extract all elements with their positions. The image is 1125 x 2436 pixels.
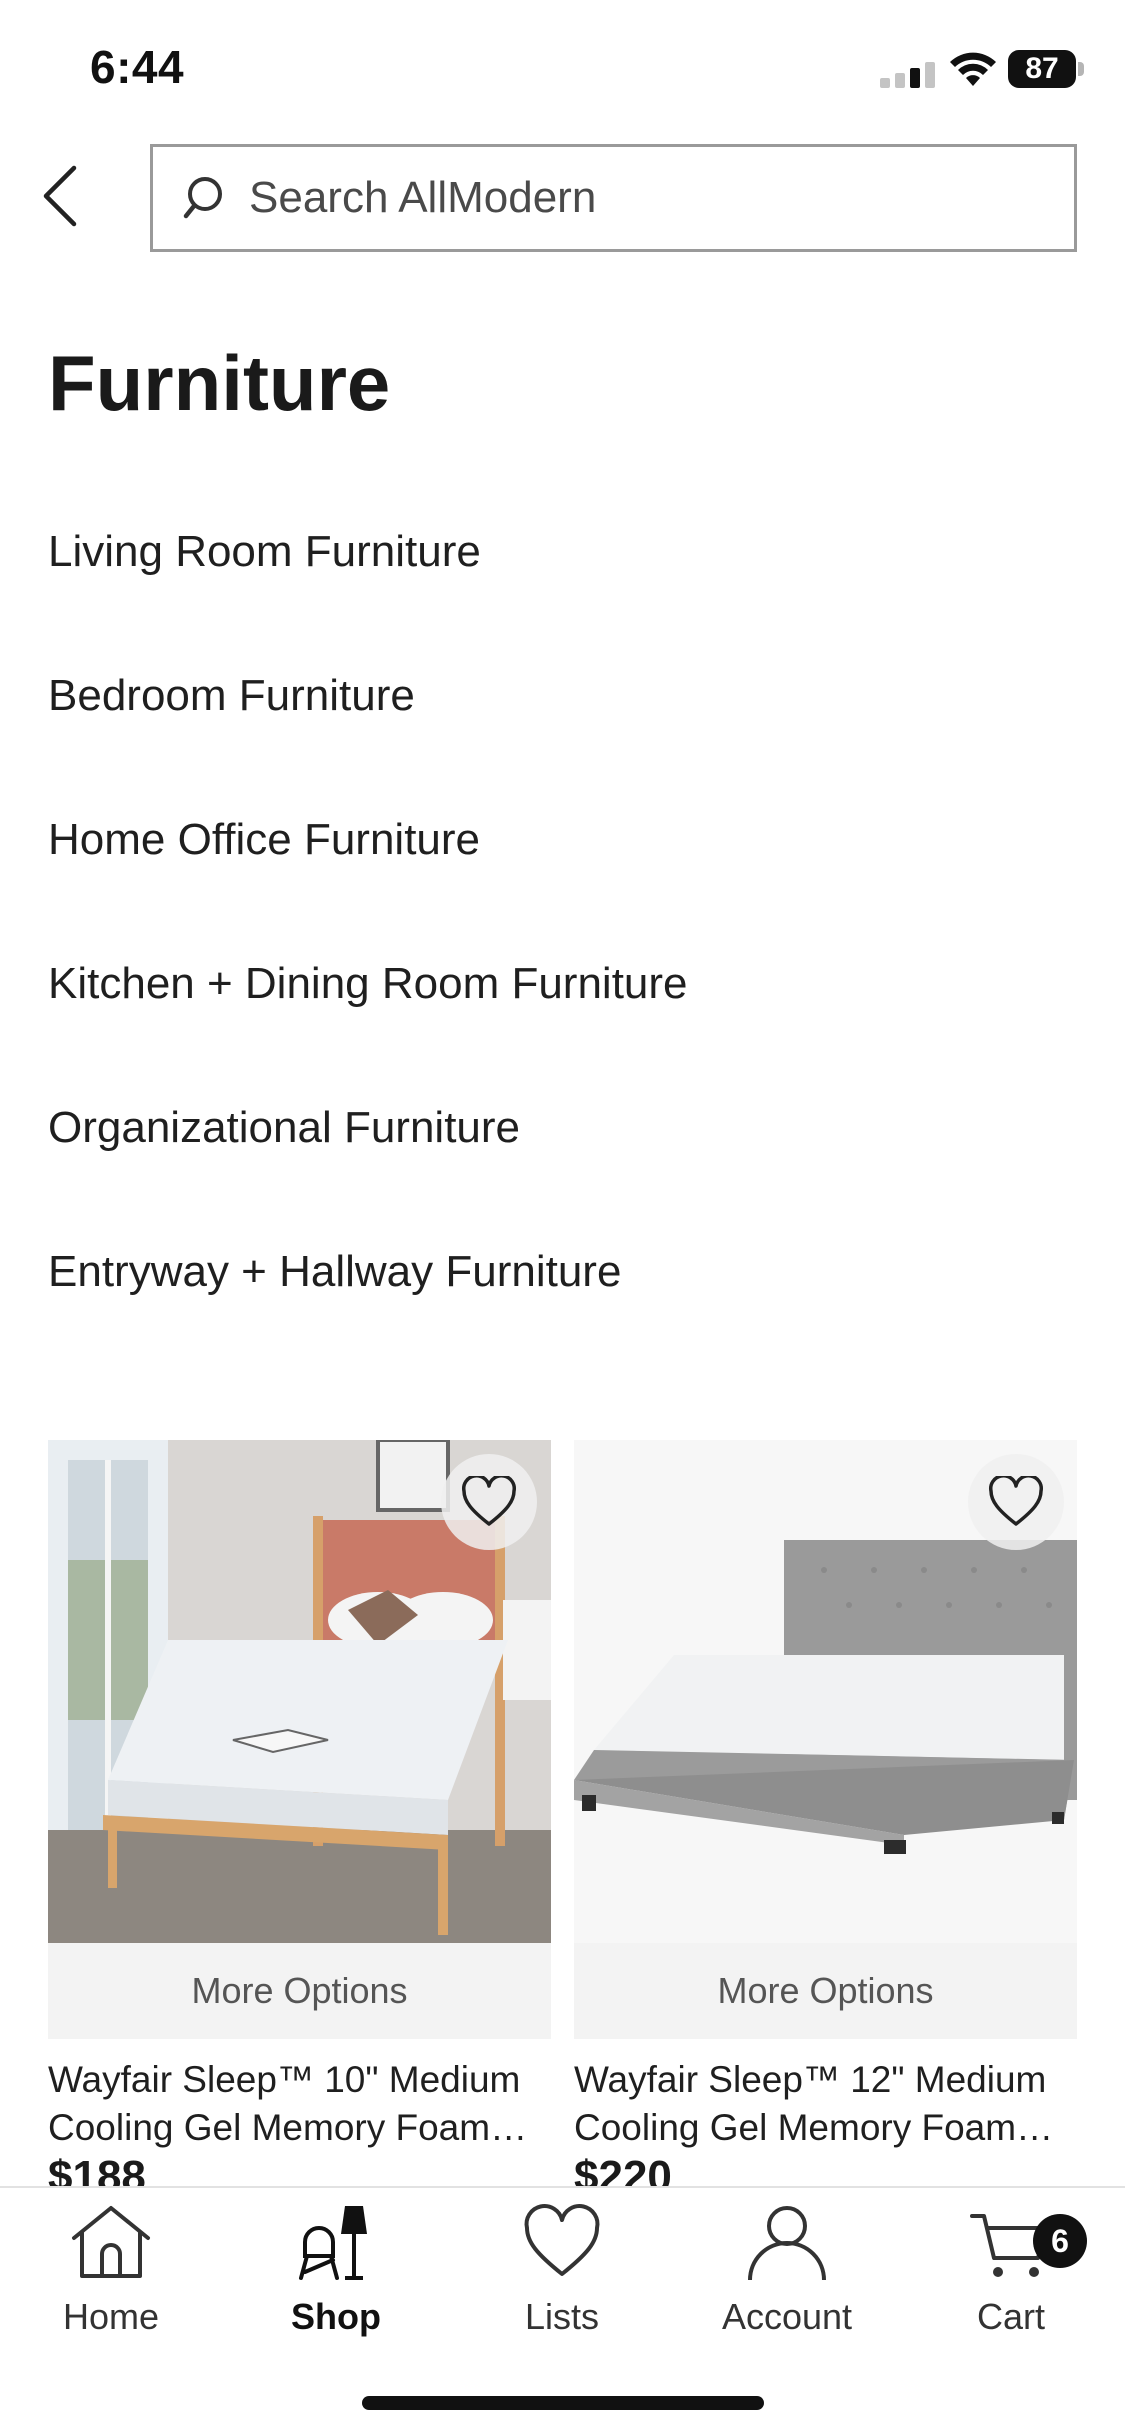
category-kitchen-dining[interactable]: Kitchen + Dining Room Furniture — [48, 959, 688, 1009]
tab-label: Home — [62, 2296, 160, 2337]
status-time: 6:44 — [90, 41, 185, 93]
product-name[interactable]: Wayfair Sleep™ 10" Medium Cooling Gel Me… — [48, 2056, 551, 2152]
tab-shop[interactable]: Shop — [246, 2200, 426, 2350]
battery-indicator: 87 — [1008, 50, 1084, 88]
tab-account[interactable]: Account — [697, 2200, 877, 2350]
battery-cap — [1078, 62, 1084, 76]
heart-icon — [462, 1476, 516, 1526]
category-bedroom[interactable]: Bedroom Furniture — [48, 671, 415, 721]
cart-count-badge: 6 — [1033, 2214, 1087, 2268]
search-placeholder: Search AllModern — [249, 173, 597, 222]
page-title: Furniture — [48, 339, 391, 427]
search-icon — [183, 177, 222, 219]
tab-label: Lists — [524, 2296, 600, 2337]
home-icon — [72, 2206, 150, 2278]
search-input[interactable]: Search AllModern — [150, 144, 1077, 252]
tab-label: Account — [721, 2296, 853, 2337]
battery-level: 87 — [1008, 50, 1076, 88]
cellular-signal-icon — [880, 62, 935, 88]
page: 6:44 87 Search AllModern Furniture Livin… — [0, 0, 1125, 2436]
back-button[interactable] — [28, 156, 92, 236]
more-options-button[interactable]: More Options — [48, 1943, 551, 2039]
product-card[interactable]: More Options Wayfair Sleep™ 12" Medium C… — [574, 1440, 1077, 2201]
more-options-button[interactable]: More Options — [574, 1943, 1077, 2039]
category-entryway-hallway[interactable]: Entryway + Hallway Furniture — [48, 1247, 621, 1297]
favorite-button[interactable] — [968, 1454, 1064, 1550]
product-name[interactable]: Wayfair Sleep™ 12" Medium Cooling Gel Me… — [574, 2056, 1077, 2152]
chevron-left-icon — [43, 165, 77, 227]
tab-label: Cart — [976, 2296, 1045, 2337]
account-icon — [748, 2206, 826, 2281]
tab-home[interactable]: Home — [21, 2200, 201, 2350]
heart-icon — [524, 2204, 600, 2276]
status-bar: 6:44 87 — [0, 0, 1125, 140]
home-indicator — [362, 2396, 764, 2410]
shop-icon — [299, 2206, 367, 2280]
product-card[interactable]: More Options Wayfair Sleep™ 10" Medium C… — [48, 1440, 551, 2201]
tab-lists[interactable]: Lists — [472, 2200, 652, 2350]
category-home-office[interactable]: Home Office Furniture — [48, 815, 480, 865]
tab-cart[interactable]: Cart 6 — [921, 2200, 1101, 2350]
wifi-icon — [950, 52, 996, 86]
favorite-button[interactable] — [441, 1454, 537, 1550]
tab-label: Shop — [291, 2296, 381, 2337]
category-living-room[interactable]: Living Room Furniture — [48, 527, 481, 577]
category-organizational[interactable]: Organizational Furniture — [48, 1103, 520, 1153]
heart-icon — [989, 1476, 1043, 1526]
